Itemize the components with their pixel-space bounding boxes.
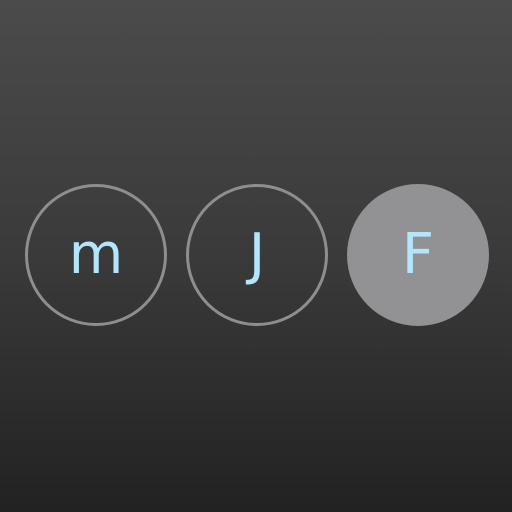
letter-label: J — [248, 222, 266, 287]
letter-button-j[interactable]: J — [186, 184, 328, 326]
letter-label: F — [401, 222, 435, 287]
letter-label: m — [68, 222, 124, 287]
letter-button-f-selected[interactable]: F — [347, 184, 489, 326]
letter-button-m[interactable]: m — [25, 184, 167, 326]
